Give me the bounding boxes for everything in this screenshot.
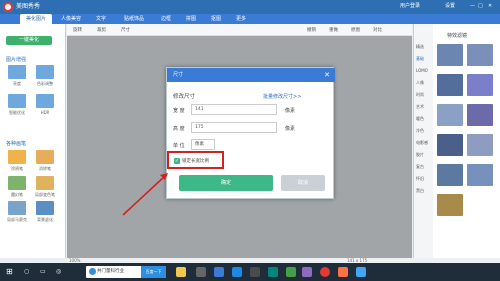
pointer-arrow xyxy=(122,173,168,216)
app-icon[interactable] xyxy=(338,267,348,277)
windows-start-icon[interactable]: ⊞ xyxy=(6,267,16,277)
folder-icon[interactable] xyxy=(176,267,186,277)
meitu-icon[interactable] xyxy=(320,267,330,277)
app-icon[interactable] xyxy=(268,267,278,277)
store-icon[interactable] xyxy=(214,267,224,277)
search-icon[interactable]: ○ xyxy=(24,267,34,277)
arrow-shaft xyxy=(122,175,166,216)
taskbar-search-text: 共门量科行业 xyxy=(97,269,124,274)
app-icon[interactable] xyxy=(302,267,312,277)
task-view-icon[interactable]: ▭ xyxy=(40,267,50,277)
baidu-icon xyxy=(89,268,96,275)
app-icon[interactable] xyxy=(250,267,260,277)
wechat-icon[interactable] xyxy=(286,267,296,277)
app-icon[interactable] xyxy=(196,267,206,277)
app-icon[interactable] xyxy=(356,267,366,277)
edge-icon[interactable] xyxy=(232,267,242,277)
taskbar-search-button[interactable]: 百度一下 xyxy=(141,266,166,278)
widgets-icon[interactable]: ◎ xyxy=(56,267,66,277)
taskbar: ⊞ ○ ▭ ◎ xyxy=(0,263,500,281)
